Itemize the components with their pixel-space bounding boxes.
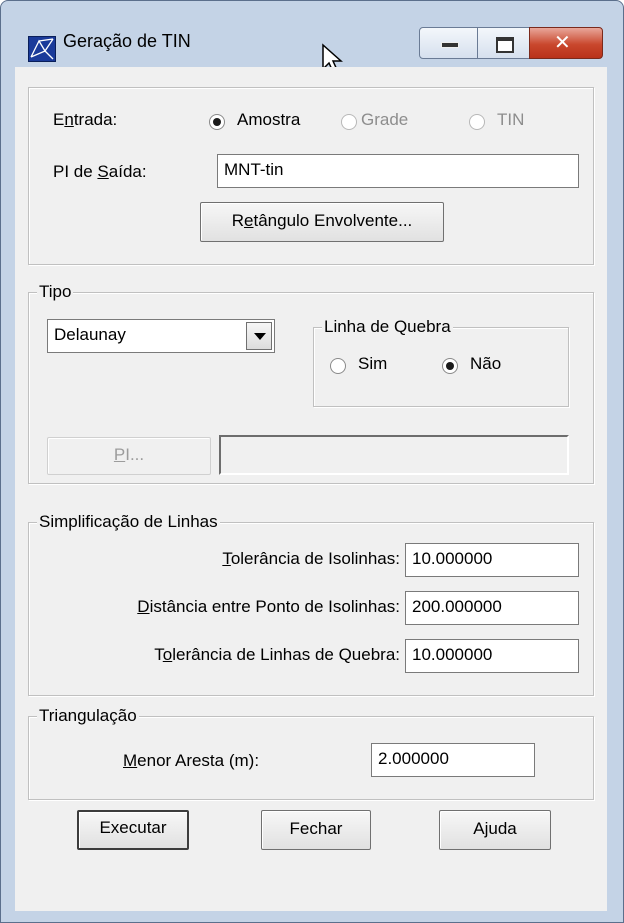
dialog-client-area: Entrada: Amostra Grade TIN PI de Saída: … <box>15 67 607 911</box>
close-icon: ✕ <box>554 30 571 54</box>
minimize-button[interactable] <box>419 27 479 59</box>
radio-grade-label: Grade <box>361 110 409 129</box>
linha-quebra-group: Linha de Quebra Sim Não <box>313 317 569 407</box>
radio-amostra[interactable] <box>209 114 225 130</box>
close-button[interactable]: ✕ <box>529 27 603 59</box>
radio-nao-label: Não <box>470 354 502 373</box>
fechar-button[interactable]: Fechar <box>261 810 371 850</box>
radio-grade[interactable] <box>341 114 357 130</box>
tipo-legend: Tipo <box>37 282 74 302</box>
radio-sim-label: Sim <box>358 354 388 373</box>
entrada-label: Entrada: <box>53 110 118 129</box>
saida-input[interactable]: MNT-tin <box>217 154 579 188</box>
maximize-button[interactable] <box>477 27 531 59</box>
radio-sim[interactable] <box>330 358 346 374</box>
tolerancia-quebra-input[interactable]: 10.000000 <box>405 639 579 673</box>
radio-nao[interactable] <box>442 358 458 374</box>
simplificacao-group: Simplificação de Linhas Tolerância de Is… <box>28 512 594 696</box>
triangulacao-group: Triangulação Menor Aresta (m): 2.000000 <box>28 706 594 800</box>
retangulo-envolvente-button[interactable]: Retângulo Envolvente... <box>200 202 444 242</box>
tin-app-icon <box>28 36 56 62</box>
simplificacao-legend: Simplificação de Linhas <box>37 512 220 532</box>
dialog-window: Geração de TIN ✕ Entrada: Amostra Grade … <box>0 0 624 923</box>
ajuda-button[interactable]: Ajuda <box>439 810 551 850</box>
radio-amostra-label: Amostra <box>237 110 301 129</box>
tolerancia-isolinhas-input[interactable]: 10.000000 <box>405 543 579 577</box>
menor-aresta-label: Menor Aresta (m): <box>123 751 260 770</box>
chevron-down-icon[interactable] <box>246 322 272 350</box>
tolerancia-quebra-label: Tolerância de Linhas de Quebra: <box>154 645 400 664</box>
pi-button[interactable]: PI... <box>47 437 211 475</box>
tipo-select-value: Delaunay <box>54 325 126 344</box>
radio-tin-label: TIN <box>497 110 525 129</box>
tolerancia-isolinhas-label: Tolerância de Isolinhas: <box>222 549 400 568</box>
maximize-icon <box>496 37 514 53</box>
triangulacao-legend: Triangulação <box>37 706 139 726</box>
entrada-group: Entrada: Amostra Grade TIN PI de Saída: … <box>28 87 594 265</box>
tipo-group: Tipo Delaunay Linha de Quebra Sim Não PI… <box>28 282 594 484</box>
distancia-pontos-input[interactable]: 200.000000 <box>405 591 579 625</box>
radio-tin[interactable] <box>469 114 485 130</box>
minimize-icon <box>441 42 459 48</box>
pi-display <box>219 435 569 475</box>
saida-label: PI de Saída: <box>53 162 147 181</box>
executar-button[interactable]: Executar <box>77 810 189 850</box>
tipo-select[interactable]: Delaunay <box>47 319 275 353</box>
distancia-pontos-label: Distância entre Ponto de Isolinhas: <box>137 597 400 616</box>
menor-aresta-input[interactable]: 2.000000 <box>371 743 535 777</box>
window-title: Geração de TIN <box>63 31 191 51</box>
linha-quebra-legend: Linha de Quebra <box>322 317 453 337</box>
